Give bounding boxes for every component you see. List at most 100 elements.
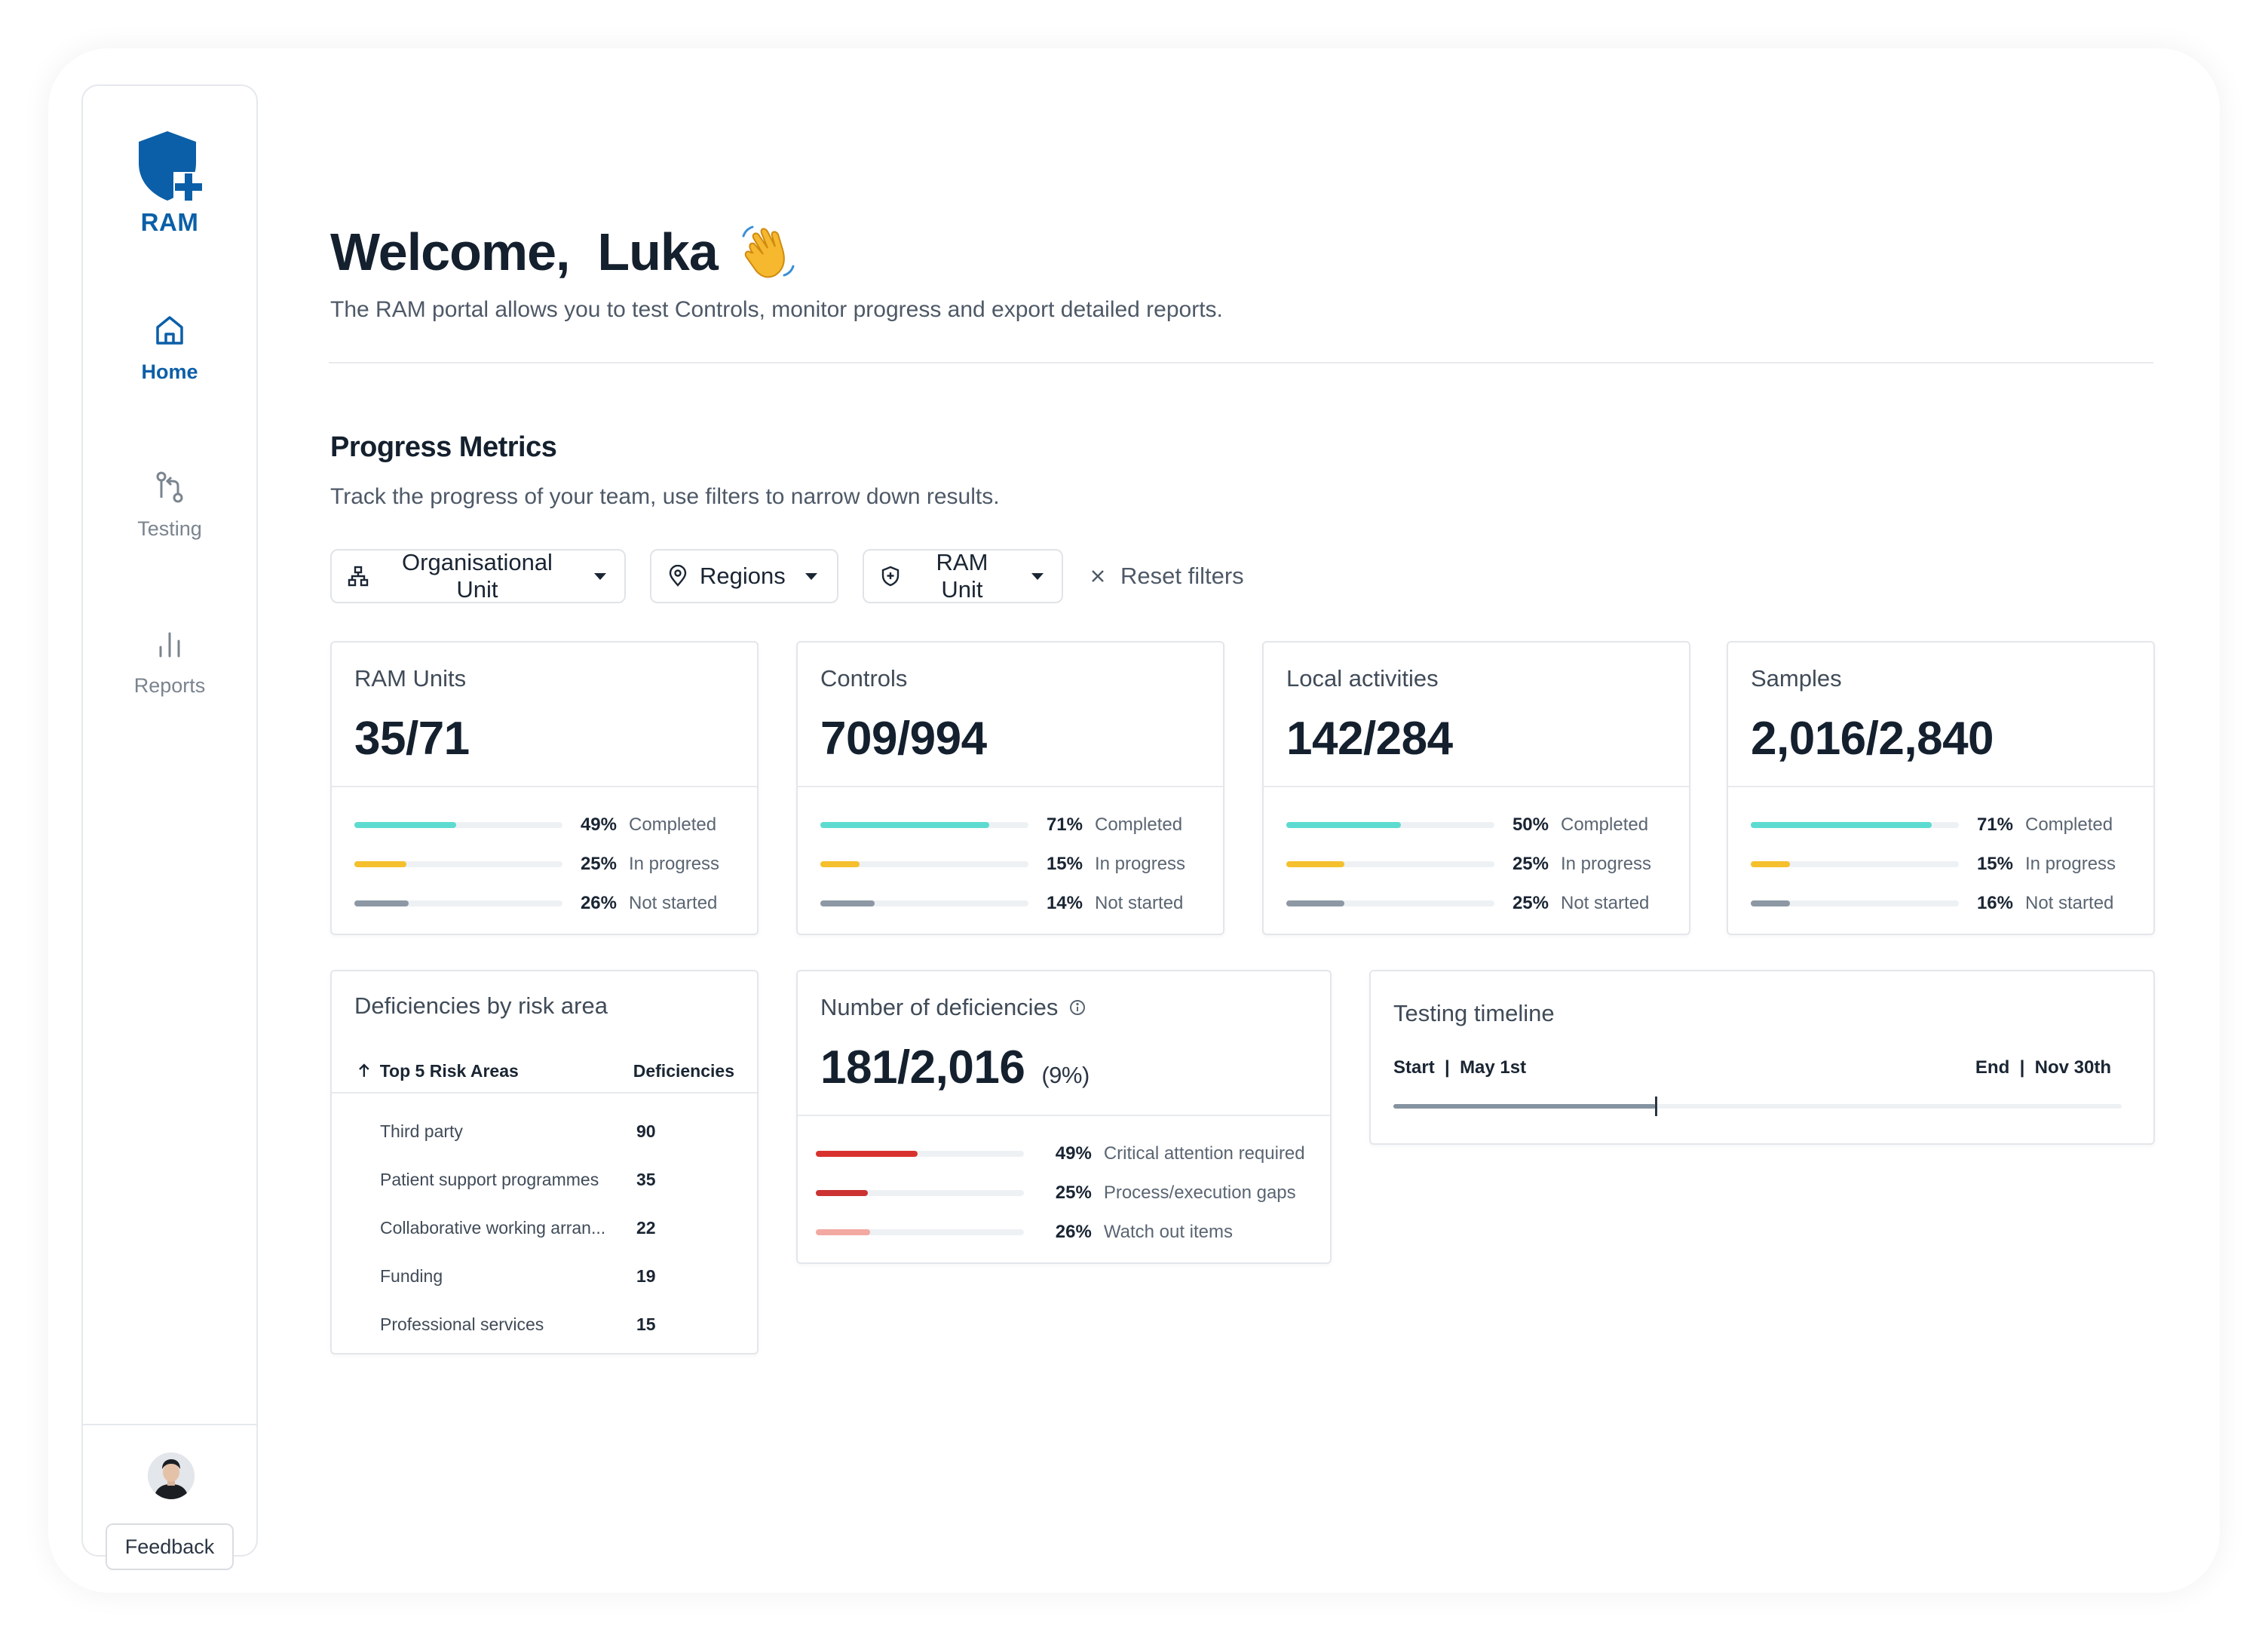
- waving-hand-icon: [742, 225, 795, 278]
- filter-label: RAM Unit: [936, 549, 988, 603]
- feedback-button[interactable]: Feedback: [106, 1523, 234, 1570]
- info-icon[interactable]: [1068, 998, 1086, 1017]
- progress-row: 71% Completed: [1751, 811, 2131, 839]
- progress-track: [1751, 900, 1959, 906]
- table-row[interactable]: Patient support programmes 35: [380, 1164, 734, 1195]
- progress-row: 15% In progress: [820, 851, 1200, 878]
- card-value: 142/284: [1286, 713, 1453, 765]
- progress-label: In progress: [1561, 854, 1652, 874]
- progress-percent: 26%: [580, 893, 617, 913]
- deficiency-track: [816, 1190, 1024, 1196]
- caret-down-icon: [805, 573, 817, 580]
- git-compare-icon: [156, 471, 183, 503]
- progress-row: 25% In progress: [354, 851, 734, 878]
- card-label: Number of deficiencies: [820, 994, 1086, 1021]
- timeline-track: [1393, 1097, 2122, 1116]
- filter-ram-unit[interactable]: RAM Unit: [863, 549, 1063, 603]
- card-label: Deficiencies by risk area: [354, 992, 608, 1019]
- page-subtitle: The RAM portal allows you to test Contro…: [330, 297, 1223, 322]
- progress-row: 71% Completed: [820, 811, 1200, 839]
- column-header-deficiencies[interactable]: Deficiencies: [633, 1061, 734, 1081]
- progress-row: 14% Not started: [820, 890, 1200, 917]
- progress-track: [1286, 822, 1494, 828]
- sidebar-item-reports[interactable]: Reports: [83, 626, 256, 698]
- progress-row: 15% In progress: [1751, 851, 2131, 878]
- card-label: Controls: [820, 665, 908, 692]
- location-pin-icon: [669, 565, 687, 587]
- sidebar: RAM Home Testing Reports Feedback: [81, 84, 258, 1570]
- progress-fill: [354, 822, 456, 828]
- column-header-risk-area[interactable]: Top 5 Risk Areas: [380, 1061, 633, 1081]
- progress-percent: 71%: [1046, 814, 1083, 835]
- timeline-progress: [1393, 1104, 1656, 1109]
- reset-filters-label: Reset filters: [1120, 563, 1244, 589]
- progress-label: Completed: [1561, 814, 1649, 835]
- caret-down-icon: [594, 573, 606, 580]
- filter-organisational-unit[interactable]: Organisational Unit: [330, 549, 626, 603]
- table-row[interactable]: Professional services 15: [380, 1309, 734, 1339]
- number-of-deficiencies-card: Number of deficiencies 181/2,016 (9%) 49…: [796, 970, 1332, 1264]
- progress-fill: [354, 861, 406, 867]
- section-subtitle: Track the progress of your team, use fil…: [330, 484, 1000, 509]
- metric-card: Samples 2,016/2,840 71% Completed 15% In…: [1727, 641, 2155, 935]
- progress-fill: [1286, 861, 1344, 867]
- welcome-text: Welcome, Luka: [330, 222, 719, 281]
- home-icon: [156, 316, 183, 345]
- avatar[interactable]: [148, 1452, 195, 1499]
- shield-plus-icon: [881, 566, 900, 587]
- progress-track: [1286, 900, 1494, 906]
- filter-regions[interactable]: Regions: [650, 549, 838, 603]
- table-row[interactable]: Collaborative working arran... 22: [380, 1213, 734, 1243]
- card-value: 709/994: [820, 713, 987, 765]
- sidebar-item-home[interactable]: Home: [83, 312, 256, 384]
- deficiency-percent: 49%: [1055, 1143, 1092, 1164]
- progress-percent: 25%: [1512, 854, 1549, 874]
- risk-area-count: 90: [636, 1121, 656, 1141]
- progress-label: Not started: [1095, 893, 1184, 913]
- deficiency-fill: [816, 1151, 918, 1157]
- reset-filters-button[interactable]: Reset filters: [1089, 549, 1244, 603]
- table-row[interactable]: Third party 90: [380, 1116, 734, 1146]
- filter-label: Regions: [700, 563, 786, 589]
- arrow-up-icon[interactable]: [354, 1061, 374, 1081]
- progress-track: [1751, 822, 1959, 828]
- app-frame: RAM Home Testing Reports Feedback Welcom…: [48, 48, 2220, 1593]
- progress-fill: [1286, 900, 1344, 906]
- progress-track: [820, 900, 1028, 906]
- sidebar-item-testing[interactable]: Testing: [83, 469, 256, 541]
- timeline-start: Start | May 1st: [1393, 1057, 1527, 1078]
- caret-down-icon: [1031, 573, 1044, 580]
- progress-label: Not started: [1561, 893, 1650, 913]
- header-divider: [329, 362, 2153, 363]
- progress-percent: 14%: [1046, 893, 1083, 913]
- risk-area-count: 35: [636, 1169, 656, 1189]
- progress-label: Completed: [2025, 814, 2113, 835]
- progress-row: 50% Completed: [1286, 811, 1666, 839]
- risk-area-count: 15: [636, 1314, 656, 1334]
- ram-logo-icon: [139, 131, 204, 202]
- progress-fill: [820, 861, 860, 867]
- progress-fill: [1751, 900, 1790, 906]
- progress-percent: 49%: [580, 814, 617, 835]
- progress-fill: [354, 900, 409, 906]
- table-row[interactable]: Funding 19: [380, 1261, 734, 1291]
- progress-track: [820, 822, 1028, 828]
- timeline-marker[interactable]: [1655, 1097, 1657, 1116]
- metric-card: RAM Units 35/71 49% Completed 25% In pro…: [330, 641, 759, 935]
- risk-area-count: 22: [636, 1217, 656, 1238]
- progress-label: In progress: [629, 854, 720, 874]
- progress-label: Completed: [629, 814, 717, 835]
- risk-area-count: 19: [636, 1265, 656, 1286]
- progress-fill: [1751, 822, 1932, 828]
- timeline-end: End | Nov 30th: [1975, 1057, 2111, 1078]
- progress-track: [354, 822, 562, 828]
- section-title: Progress Metrics: [330, 431, 557, 463]
- progress-percent: 71%: [1976, 814, 2013, 835]
- deficiency-percent: (9%): [1041, 1062, 1090, 1088]
- deficiency-label: Critical attention required: [1103, 1143, 1305, 1164]
- progress-track: [1751, 861, 1959, 867]
- progress-row: 25% Not started: [1286, 890, 1666, 917]
- progress-row: 26% Not started: [354, 890, 734, 917]
- progress-fill: [1286, 822, 1401, 828]
- timeline-dates: Start | May 1st End | Nov 30th: [1393, 1057, 2111, 1078]
